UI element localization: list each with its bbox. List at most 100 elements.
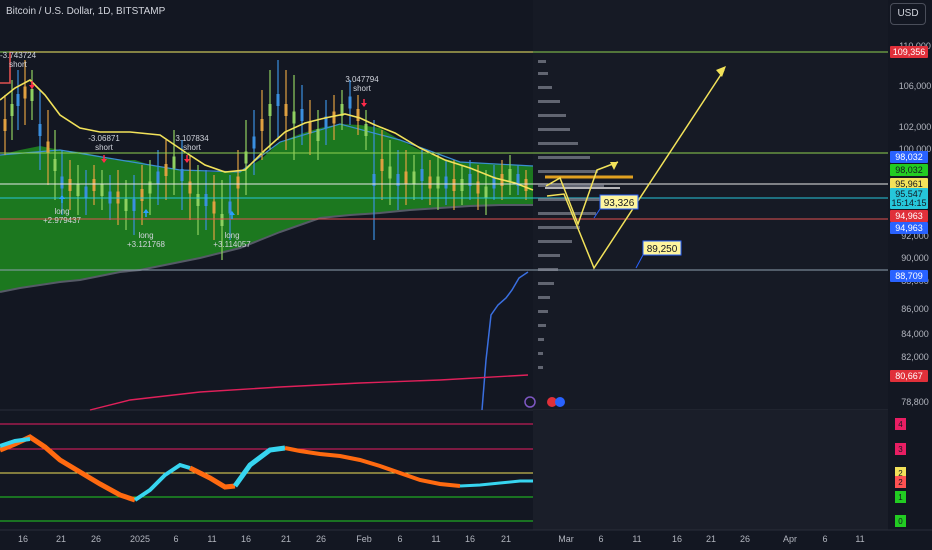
candle-body — [268, 104, 272, 116]
price-label-text: 88,709 — [895, 271, 923, 281]
candle-body — [284, 104, 288, 116]
currency-button[interactable]: USD — [890, 3, 926, 25]
candle-body — [140, 189, 144, 201]
price-label-text: 15:14:15 — [891, 198, 926, 208]
volume-profile-bar — [538, 86, 552, 89]
target-label-2: 89,250 — [647, 244, 678, 255]
osc-level-label: 1 — [898, 493, 903, 502]
volume-profile-bar — [538, 60, 546, 63]
candle-body — [524, 179, 528, 191]
candle-body — [292, 111, 296, 124]
candle-body — [132, 199, 136, 211]
signal-annotation-value: long — [54, 207, 69, 216]
osc-level-label: 0 — [898, 517, 903, 526]
x-axis-tick-label: 26 — [740, 534, 750, 544]
y-axis-tick-label: 84,000 — [901, 329, 929, 339]
candle-body — [212, 201, 216, 214]
candle-body — [172, 156, 176, 169]
x-axis-tick-label: 2025 — [130, 534, 150, 544]
volume-profile-bar — [538, 128, 570, 131]
signal-annotation-value: long — [224, 231, 239, 240]
candle-body — [476, 181, 480, 194]
volume-profile-bar — [538, 296, 550, 299]
volume-profile-bar — [538, 268, 558, 271]
osc-level-label: 3 — [898, 445, 903, 454]
x-axis-tick-label: 6 — [822, 534, 827, 544]
signal-annotation-value: 3.047794 — [345, 75, 379, 84]
y-axis-tick-label: 102,000 — [899, 122, 932, 132]
y-axis-tick-label: 90,000 — [901, 253, 929, 263]
volume-profile-bar — [538, 100, 560, 103]
x-axis-tick-label: Mar — [558, 534, 574, 544]
x-axis-tick-label: 21 — [281, 534, 291, 544]
signal-annotation-sub: short — [183, 143, 202, 152]
candle-body — [348, 96, 352, 109]
osc-level-label: 4 — [898, 420, 903, 429]
signal-annotation-sub: short — [353, 84, 372, 93]
x-axis-tick-label: 16 — [465, 534, 475, 544]
candle-body — [412, 171, 416, 184]
price-chart[interactable]: 93,32689,250-3.743724short-3.06871short3… — [0, 0, 932, 550]
x-axis-tick-label: 21 — [501, 534, 511, 544]
volume-profile-bar — [538, 240, 572, 243]
signal-annotation-sub: +3.121768 — [127, 240, 166, 249]
y-axis-tick-label: 106,000 — [899, 81, 932, 91]
x-axis-tick-label: Apr — [783, 534, 797, 544]
signal-annotation-sub: +2.979437 — [43, 216, 82, 225]
volume-profile-bar — [538, 226, 580, 229]
oscillator-future-area — [533, 410, 888, 530]
event-flag-icon — [555, 397, 565, 407]
candle-body — [220, 214, 224, 226]
candle-body — [508, 169, 512, 181]
indicator-flag-icon — [524, 396, 536, 408]
candle-body — [3, 119, 7, 131]
volume-profile-bar — [538, 352, 543, 355]
candle-body — [436, 176, 440, 189]
candle-body — [196, 194, 200, 206]
candle-body — [484, 186, 488, 199]
candle-body — [23, 86, 27, 99]
price-label-text: 98,032 — [895, 152, 923, 162]
candle-body — [420, 169, 424, 181]
candle-body — [460, 179, 464, 191]
candle-body — [316, 129, 320, 141]
x-axis-tick-label: Feb — [356, 534, 372, 544]
y-axis-tick-label: 86,000 — [901, 304, 929, 314]
future-area — [533, 0, 888, 410]
candle-body — [100, 184, 104, 196]
candle-body — [260, 119, 264, 131]
x-axis-tick-label: 6 — [173, 534, 178, 544]
volume-profile-bar — [538, 254, 560, 257]
x-axis-tick-label: 26 — [316, 534, 326, 544]
price-label-text: 98,032 — [895, 165, 923, 175]
candle-body — [252, 136, 256, 149]
candle-body — [188, 181, 192, 194]
x-axis-tick-label: 6 — [598, 534, 603, 544]
signal-annotation-value: -3.743724 — [0, 51, 37, 60]
price-label-text: 95,961 — [895, 179, 923, 189]
volume-profile-bar — [538, 170, 598, 173]
volume-profile-bar — [538, 324, 546, 327]
signal-annotation-value: long — [138, 231, 153, 240]
x-axis-tick-label: 11 — [632, 534, 641, 544]
x-axis-tick-label: 26 — [91, 534, 101, 544]
signal-annotation-sub: +3.114057 — [213, 240, 251, 249]
candle-body — [180, 169, 184, 181]
chart-title: Bitcoin / U.S. Dollar, 1D, BITSTAMP — [6, 6, 166, 17]
candle-body — [92, 179, 96, 191]
candle-body — [388, 166, 392, 179]
volume-profile-bar — [538, 156, 590, 159]
volume-profile-bar — [538, 366, 543, 369]
volume-profile-bar — [538, 338, 544, 341]
candle-body — [68, 179, 72, 191]
x-axis-tick-label: 11 — [431, 534, 440, 544]
price-label-text: 80,667 — [895, 371, 923, 381]
candle-body — [156, 171, 160, 184]
candle-body — [228, 201, 232, 214]
candle-body — [356, 109, 360, 121]
candle-body — [308, 121, 312, 134]
target-label-1: 93,326 — [604, 198, 635, 209]
candle-body — [30, 89, 34, 101]
signal-annotation-value: -3.06871 — [88, 134, 120, 143]
y-axis-tick-label: 82,000 — [901, 352, 929, 362]
